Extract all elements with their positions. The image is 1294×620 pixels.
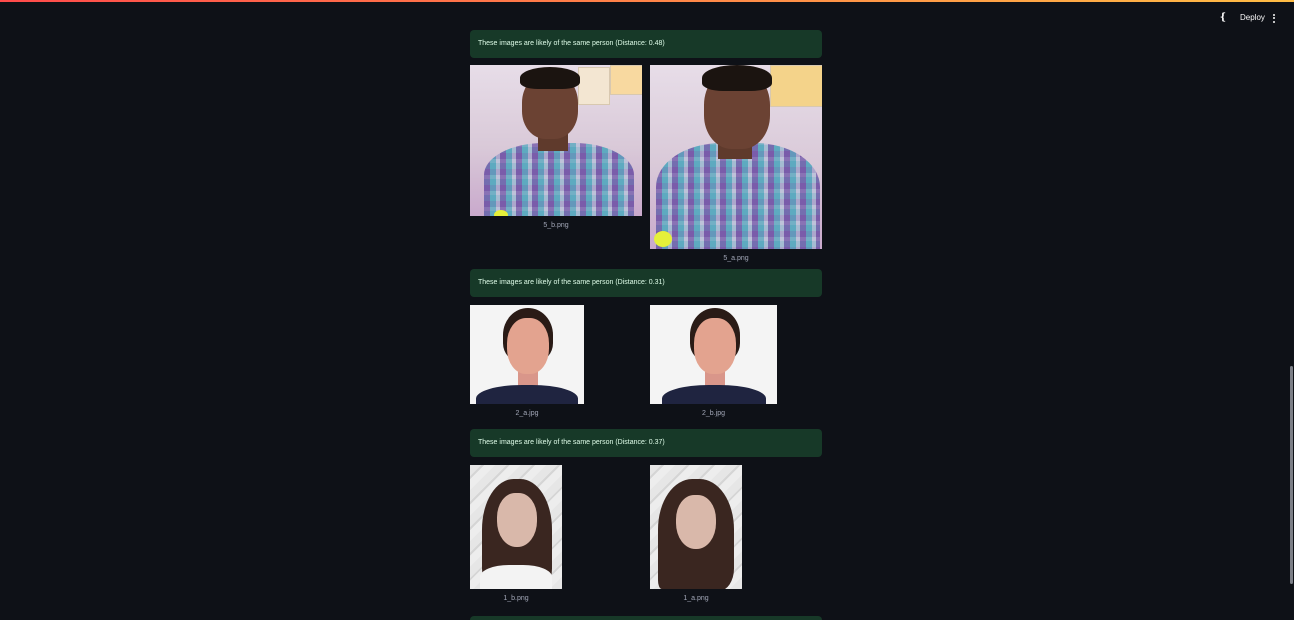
face-image[interactable]: [470, 305, 584, 404]
image-column: 1_b.png: [470, 465, 562, 602]
streamlit-running-icon: ❴: [1218, 12, 1228, 23]
image-pair: 5_b.png 5_a.png: [470, 65, 822, 275]
image-pair: 2_a.jpg 2_b.jpg: [470, 305, 822, 429]
success-alert: [470, 616, 822, 620]
image-pair: 1_b.png 1_a.png: [470, 465, 822, 605]
image-column: 1_a.png: [650, 465, 742, 602]
image-column: 5_b.png: [470, 65, 642, 229]
image-column: 2_a.jpg: [470, 305, 584, 417]
face-image[interactable]: [470, 465, 562, 589]
more-vertical-icon[interactable]: [1268, 10, 1280, 26]
image-caption: 2_a.jpg: [515, 410, 539, 417]
face-image[interactable]: [650, 65, 822, 249]
image-caption: 2_b.jpg: [702, 410, 725, 417]
main-content: These images are likely of the same pers…: [470, 30, 822, 605]
scrollbar[interactable]: [1290, 366, 1293, 584]
image-caption: 1_a.png: [683, 595, 709, 602]
deploy-button[interactable]: Deploy: [1234, 10, 1271, 26]
image-caption: 5_a.png: [723, 255, 749, 262]
face-image[interactable]: [650, 305, 777, 404]
image-caption: 5_b.png: [543, 222, 569, 229]
image-column: 5_a.png: [650, 65, 822, 262]
image-column: 2_b.jpg: [650, 305, 777, 417]
face-image[interactable]: [650, 465, 742, 589]
success-alert: These images are likely of the same pers…: [470, 429, 822, 457]
face-image[interactable]: [470, 65, 642, 216]
success-alert: These images are likely of the same pers…: [470, 30, 822, 58]
image-caption: 1_b.png: [503, 595, 529, 602]
